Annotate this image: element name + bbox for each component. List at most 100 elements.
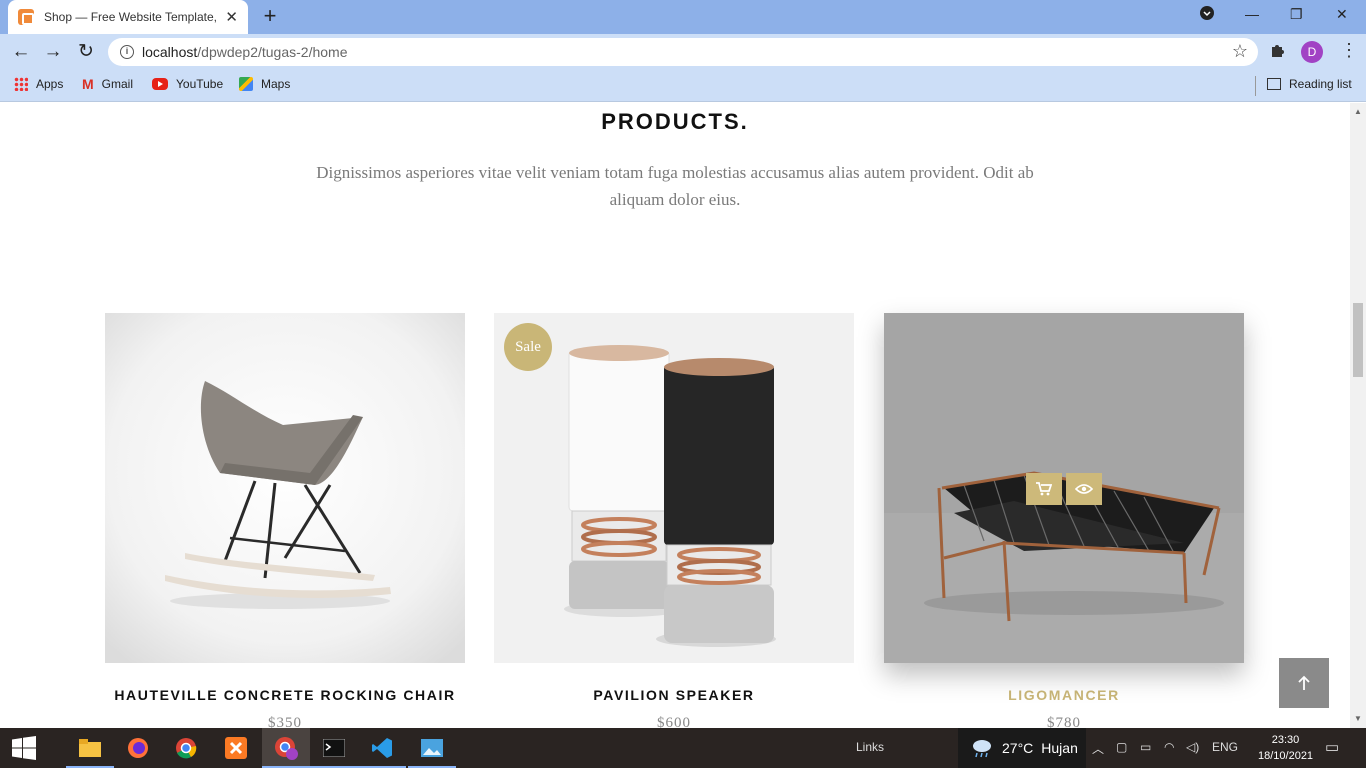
volume-icon[interactable]: ◁) xyxy=(1186,740,1199,754)
battery-icon[interactable]: ▭ xyxy=(1140,740,1151,754)
product-card[interactable]: Sale PAVILION SPEAKER $600 xyxy=(494,313,854,728)
bookmarks-bar: Apps M Gmail YouTube Maps Reading list xyxy=(0,70,1366,102)
firefox-app[interactable] xyxy=(114,728,162,768)
apps-grid-icon xyxy=(14,77,28,91)
bookmark-label: Apps xyxy=(36,77,64,91)
reload-button[interactable]: ↻ xyxy=(75,41,97,63)
windows-taskbar: Links 27°C Hujan ︿ ▢ ▭ ◠ ◁) ENG 23:30 18… xyxy=(0,728,1366,768)
bookmark-gmail[interactable]: M Gmail xyxy=(82,77,133,91)
extensions-puzzle-icon[interactable] xyxy=(1270,42,1286,63)
profile-avatar[interactable]: D xyxy=(1301,41,1323,63)
forward-button[interactable]: → xyxy=(42,41,64,63)
product-image-speaker[interactable]: Sale xyxy=(494,313,854,663)
product-name[interactable]: PAVILION SPEAKER xyxy=(494,687,854,703)
site-info-icon[interactable]: i xyxy=(120,45,134,59)
vscode-icon xyxy=(372,738,392,758)
cart-icon xyxy=(1036,482,1052,496)
tray-chevron-icon[interactable]: ︿ xyxy=(1092,740,1104,757)
terminal-icon xyxy=(323,739,345,757)
gmail-icon: M xyxy=(82,76,94,92)
rain-cloud-icon xyxy=(973,740,991,758)
product-name[interactable]: LIGOMANCER xyxy=(884,687,1244,703)
meet-now-icon[interactable]: ▢ xyxy=(1116,740,1127,754)
reading-list-button[interactable]: Reading list xyxy=(1267,77,1352,91)
links-toolbar[interactable]: Links xyxy=(856,740,884,754)
arrow-up-icon xyxy=(1298,675,1310,690)
maps-icon xyxy=(239,77,253,91)
minimize-button[interactable]: — xyxy=(1245,6,1259,22)
new-tab-button[interactable]: + xyxy=(258,5,282,29)
youtube-icon xyxy=(152,78,168,90)
browser-tab[interactable]: Shop — Free Website Template, Free... ✕ xyxy=(8,0,248,34)
photos-app[interactable] xyxy=(408,728,456,768)
bookmark-maps[interactable]: Maps xyxy=(239,77,290,91)
reading-list-label: Reading list xyxy=(1289,77,1352,91)
tab-title: Shop — Free Website Template, Free... xyxy=(44,10,217,24)
weather-desc: Hujan xyxy=(1041,740,1078,756)
scroll-up-arrow-icon[interactable]: ▲ xyxy=(1354,107,1362,116)
bookmark-apps[interactable]: Apps xyxy=(14,77,63,91)
product-price: $780 xyxy=(1047,715,1081,728)
page-scrollbar[interactable]: ▲ ▼ xyxy=(1350,103,1366,728)
chrome-app[interactable] xyxy=(162,728,210,768)
folder-icon xyxy=(79,739,101,757)
close-tab-icon[interactable]: ✕ xyxy=(225,8,238,26)
chrome-icon xyxy=(176,738,197,759)
product-hover-actions xyxy=(1026,473,1102,505)
weather-widget[interactable]: 27°C Hujan xyxy=(958,728,1086,768)
product-image-ligomancer[interactable] xyxy=(884,313,1244,663)
sale-badge: Sale xyxy=(504,323,552,371)
bookmarks-divider xyxy=(1255,76,1256,96)
close-window-button[interactable]: ✕ xyxy=(1336,6,1348,23)
back-button[interactable]: ← xyxy=(10,41,32,63)
product-price: $600 xyxy=(657,715,691,728)
notifications-icon[interactable]: ▭ xyxy=(1325,738,1339,756)
scrollbar-thumb[interactable] xyxy=(1353,303,1363,377)
url-path: /dpwdep2/tugas-2/home xyxy=(197,44,348,60)
section-description: Dignissimos asperiores vitae velit venia… xyxy=(316,163,1034,209)
chrome-profile-app[interactable] xyxy=(262,728,310,768)
xampp-favicon-icon xyxy=(18,9,34,25)
quick-view-button[interactable] xyxy=(1066,473,1102,505)
address-bar[interactable]: i localhost/dpwdep2/tugas-2/home ☆ xyxy=(108,38,1258,66)
product-image-chair[interactable] xyxy=(105,313,465,663)
weather-temp: 27°C xyxy=(1002,740,1034,756)
bookmark-label: Maps xyxy=(261,77,291,91)
browser-toolbar: ← → ↻ i localhost/dpwdep2/tugas-2/home ☆… xyxy=(0,34,1366,70)
scroll-down-arrow-icon[interactable]: ▼ xyxy=(1354,714,1362,723)
page-content: PRODUCTS. Dignissimos asperiores vitae v… xyxy=(0,103,1350,728)
product-card[interactable]: LIGOMANCER $780 xyxy=(884,313,1244,728)
wifi-icon[interactable]: ◠ xyxy=(1164,740,1174,754)
language-indicator[interactable]: ENG xyxy=(1212,740,1238,754)
file-explorer-app[interactable] xyxy=(66,728,114,768)
product-price: $350 xyxy=(268,715,302,728)
product-name[interactable]: HAUTEVILLE CONCRETE ROCKING CHAIR xyxy=(105,687,465,703)
tab-search-icon[interactable] xyxy=(1200,6,1214,23)
browser-menu-icon[interactable]: ⋮ xyxy=(1340,40,1358,61)
reading-list-icon xyxy=(1267,78,1281,90)
eye-icon xyxy=(1075,484,1093,494)
bookmark-youtube[interactable]: YouTube xyxy=(152,77,223,91)
vscode-app[interactable] xyxy=(358,728,406,768)
clock-date: 18/10/2021 xyxy=(1258,750,1314,762)
xampp-icon xyxy=(225,737,247,759)
restore-button[interactable]: ❐ xyxy=(1290,6,1303,23)
firefox-icon xyxy=(128,738,148,758)
terminal-app[interactable] xyxy=(310,728,358,768)
scroll-to-top-button[interactable] xyxy=(1279,658,1329,708)
clock-time: 23:30 xyxy=(1271,734,1300,746)
photos-icon xyxy=(421,739,443,757)
bookmark-label: Gmail xyxy=(101,77,134,91)
url-text[interactable]: localhost/dpwdep2/tugas-2/home xyxy=(142,44,347,60)
bookmark-label: YouTube xyxy=(176,77,224,91)
product-card[interactable]: HAUTEVILLE CONCRETE ROCKING CHAIR $350 xyxy=(105,313,465,728)
system-clock[interactable]: 23:30 18/10/2021 xyxy=(1258,732,1313,764)
chrome-profile-icon xyxy=(275,737,298,760)
xampp-app[interactable] xyxy=(212,728,260,768)
url-host: localhost xyxy=(142,44,198,60)
add-to-cart-button[interactable] xyxy=(1026,473,1062,505)
section-title: PRODUCTS. xyxy=(601,109,749,134)
windows-start-icon[interactable] xyxy=(12,736,36,760)
tab-strip: Shop — Free Website Template, Free... ✕ … xyxy=(0,0,1366,34)
bookmark-star-icon[interactable]: ☆ xyxy=(1232,41,1248,62)
